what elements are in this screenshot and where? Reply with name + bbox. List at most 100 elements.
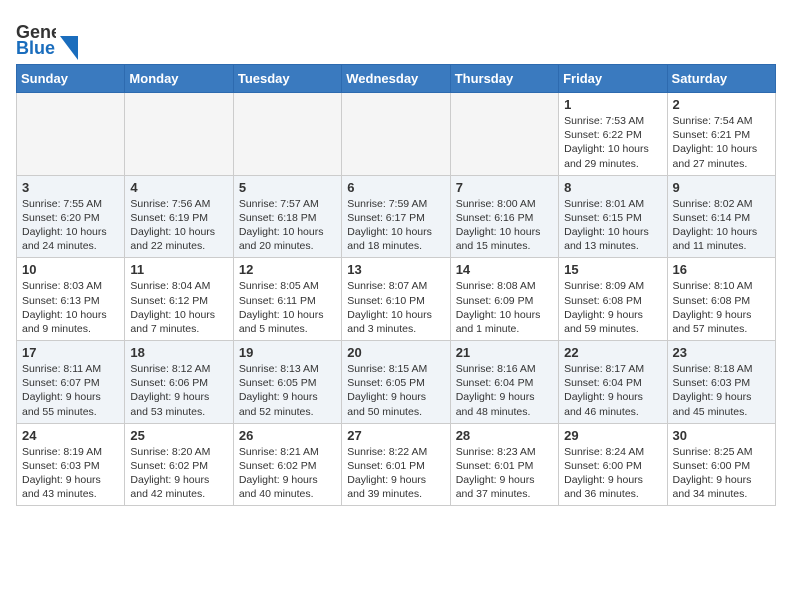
logo-icon: General Blue <box>16 16 56 56</box>
day-info: Sunrise: 8:04 AM Sunset: 6:12 PM Dayligh… <box>130 279 227 336</box>
day-info: Sunrise: 8:20 AM Sunset: 6:02 PM Dayligh… <box>130 445 227 502</box>
calendar-cell: 27 Sunrise: 8:22 AM Sunset: 6:01 PM Dayli… <box>342 423 450 506</box>
day-number: 21 <box>456 345 553 360</box>
day-info: Sunrise: 8:23 AM Sunset: 6:01 PM Dayligh… <box>456 445 553 502</box>
calendar-cell: 19 Sunrise: 8:13 AM Sunset: 6:05 PM Dayli… <box>233 341 341 424</box>
day-info: Sunrise: 8:05 AM Sunset: 6:11 PM Dayligh… <box>239 279 336 336</box>
day-number: 30 <box>673 428 770 443</box>
day-info: Sunrise: 8:25 AM Sunset: 6:00 PM Dayligh… <box>673 445 770 502</box>
day-info: Sunrise: 8:03 AM Sunset: 6:13 PM Dayligh… <box>22 279 119 336</box>
day-info: Sunrise: 7:54 AM Sunset: 6:21 PM Dayligh… <box>673 114 770 171</box>
day-info: Sunrise: 8:17 AM Sunset: 6:04 PM Dayligh… <box>564 362 661 419</box>
day-info: Sunrise: 7:56 AM Sunset: 6:19 PM Dayligh… <box>130 197 227 254</box>
day-info: Sunrise: 8:18 AM Sunset: 6:03 PM Dayligh… <box>673 362 770 419</box>
calendar-week-row: 10 Sunrise: 8:03 AM Sunset: 6:13 PM Dayli… <box>17 258 776 341</box>
day-header-saturday: Saturday <box>667 65 775 93</box>
calendar-cell: 29Sunrise: 8:24 AM Sunset: 6:00 PM Dayli… <box>559 423 667 506</box>
calendar-cell <box>233 93 341 176</box>
day-info: Sunrise: 7:57 AM Sunset: 6:18 PM Dayligh… <box>239 197 336 254</box>
day-number: 12 <box>239 262 336 277</box>
calendar-cell: 9 Sunrise: 8:02 AM Sunset: 6:14 PM Daylig… <box>667 175 775 258</box>
day-number: 8 <box>564 180 661 195</box>
calendar-week-row: 3Sunrise: 7:55 AM Sunset: 6:20 PM Daylig… <box>17 175 776 258</box>
day-number: 15 <box>564 262 661 277</box>
day-info: Sunrise: 8:24 AM Sunset: 6:00 PM Dayligh… <box>564 445 661 502</box>
calendar-cell: 26 Sunrise: 8:21 AM Sunset: 6:02 PM Dayli… <box>233 423 341 506</box>
day-number: 20 <box>347 345 444 360</box>
day-number: 5 <box>239 180 336 195</box>
calendar-cell: 22Sunrise: 8:17 AM Sunset: 6:04 PM Dayli… <box>559 341 667 424</box>
calendar-cell: 1 Sunrise: 7:53 AM Sunset: 6:22 PM Daylig… <box>559 93 667 176</box>
day-number: 18 <box>130 345 227 360</box>
logo-arrow-icon <box>60 36 78 60</box>
day-number: 26 <box>239 428 336 443</box>
day-header-friday: Friday <box>559 65 667 93</box>
day-number: 10 <box>22 262 119 277</box>
calendar-cell: 11 Sunrise: 8:04 AM Sunset: 6:12 PM Dayli… <box>125 258 233 341</box>
day-info: Sunrise: 8:07 AM Sunset: 6:10 PM Dayligh… <box>347 279 444 336</box>
day-info: Sunrise: 8:00 AM Sunset: 6:16 PM Dayligh… <box>456 197 553 254</box>
calendar-cell: 3Sunrise: 7:55 AM Sunset: 6:20 PM Daylig… <box>17 175 125 258</box>
calendar-week-row: 1 Sunrise: 7:53 AM Sunset: 6:22 PM Daylig… <box>17 93 776 176</box>
day-number: 28 <box>456 428 553 443</box>
calendar-cell: 4Sunrise: 7:56 AM Sunset: 6:19 PM Daylig… <box>125 175 233 258</box>
calendar-header-row: SundayMondayTuesdayWednesdayThursdayFrid… <box>17 65 776 93</box>
day-number: 2 <box>673 97 770 112</box>
day-number: 16 <box>673 262 770 277</box>
day-info: Sunrise: 8:08 AM Sunset: 6:09 PM Dayligh… <box>456 279 553 336</box>
calendar-week-row: 24 Sunrise: 8:19 AM Sunset: 6:03 PM Dayli… <box>17 423 776 506</box>
day-info: Sunrise: 8:15 AM Sunset: 6:05 PM Dayligh… <box>347 362 444 419</box>
day-info: Sunrise: 8:10 AM Sunset: 6:08 PM Dayligh… <box>673 279 770 336</box>
page-header: General Blue <box>16 16 776 56</box>
day-number: 24 <box>22 428 119 443</box>
calendar-week-row: 17 Sunrise: 8:11 AM Sunset: 6:07 PM Dayli… <box>17 341 776 424</box>
day-info: Sunrise: 7:53 AM Sunset: 6:22 PM Dayligh… <box>564 114 661 171</box>
day-number: 9 <box>673 180 770 195</box>
day-number: 27 <box>347 428 444 443</box>
day-header-tuesday: Tuesday <box>233 65 341 93</box>
day-header-sunday: Sunday <box>17 65 125 93</box>
calendar-cell: 20 Sunrise: 8:15 AM Sunset: 6:05 PM Dayli… <box>342 341 450 424</box>
day-info: Sunrise: 8:16 AM Sunset: 6:04 PM Dayligh… <box>456 362 553 419</box>
day-info: Sunrise: 8:13 AM Sunset: 6:05 PM Dayligh… <box>239 362 336 419</box>
day-number: 25 <box>130 428 227 443</box>
day-number: 6 <box>347 180 444 195</box>
day-number: 17 <box>22 345 119 360</box>
calendar-cell: 14 Sunrise: 8:08 AM Sunset: 6:09 PM Dayli… <box>450 258 558 341</box>
calendar-cell <box>125 93 233 176</box>
calendar-cell: 18Sunrise: 8:12 AM Sunset: 6:06 PM Dayli… <box>125 341 233 424</box>
day-header-wednesday: Wednesday <box>342 65 450 93</box>
day-number: 14 <box>456 262 553 277</box>
logo: General Blue <box>16 16 60 56</box>
calendar-cell: 7 Sunrise: 8:00 AM Sunset: 6:16 PM Daylig… <box>450 175 558 258</box>
day-info: Sunrise: 8:02 AM Sunset: 6:14 PM Dayligh… <box>673 197 770 254</box>
day-info: Sunrise: 8:22 AM Sunset: 6:01 PM Dayligh… <box>347 445 444 502</box>
calendar-cell: 5 Sunrise: 7:57 AM Sunset: 6:18 PM Daylig… <box>233 175 341 258</box>
calendar-cell: 2 Sunrise: 7:54 AM Sunset: 6:21 PM Daylig… <box>667 93 775 176</box>
day-info: Sunrise: 8:21 AM Sunset: 6:02 PM Dayligh… <box>239 445 336 502</box>
day-info: Sunrise: 7:59 AM Sunset: 6:17 PM Dayligh… <box>347 197 444 254</box>
calendar-cell: 8 Sunrise: 8:01 AM Sunset: 6:15 PM Daylig… <box>559 175 667 258</box>
day-info: Sunrise: 8:19 AM Sunset: 6:03 PM Dayligh… <box>22 445 119 502</box>
day-info: Sunrise: 8:11 AM Sunset: 6:07 PM Dayligh… <box>22 362 119 419</box>
day-header-thursday: Thursday <box>450 65 558 93</box>
calendar-cell: 17 Sunrise: 8:11 AM Sunset: 6:07 PM Dayli… <box>17 341 125 424</box>
calendar-cell: 28 Sunrise: 8:23 AM Sunset: 6:01 PM Dayli… <box>450 423 558 506</box>
calendar-cell <box>450 93 558 176</box>
calendar-cell: 12 Sunrise: 8:05 AM Sunset: 6:11 PM Dayli… <box>233 258 341 341</box>
day-number: 19 <box>239 345 336 360</box>
day-number: 7 <box>456 180 553 195</box>
calendar-cell: 16 Sunrise: 8:10 AM Sunset: 6:08 PM Dayli… <box>667 258 775 341</box>
calendar-cell: 10 Sunrise: 8:03 AM Sunset: 6:13 PM Dayli… <box>17 258 125 341</box>
day-info: Sunrise: 8:01 AM Sunset: 6:15 PM Dayligh… <box>564 197 661 254</box>
calendar-cell: 25 Sunrise: 8:20 AM Sunset: 6:02 PM Dayli… <box>125 423 233 506</box>
day-number: 13 <box>347 262 444 277</box>
day-header-monday: Monday <box>125 65 233 93</box>
day-number: 11 <box>130 262 227 277</box>
day-number: 1 <box>564 97 661 112</box>
day-info: Sunrise: 8:09 AM Sunset: 6:08 PM Dayligh… <box>564 279 661 336</box>
calendar-cell: 21 Sunrise: 8:16 AM Sunset: 6:04 PM Dayli… <box>450 341 558 424</box>
day-info: Sunrise: 7:55 AM Sunset: 6:20 PM Dayligh… <box>22 197 119 254</box>
svg-text:Blue: Blue <box>16 38 55 56</box>
calendar-cell: 24 Sunrise: 8:19 AM Sunset: 6:03 PM Dayli… <box>17 423 125 506</box>
